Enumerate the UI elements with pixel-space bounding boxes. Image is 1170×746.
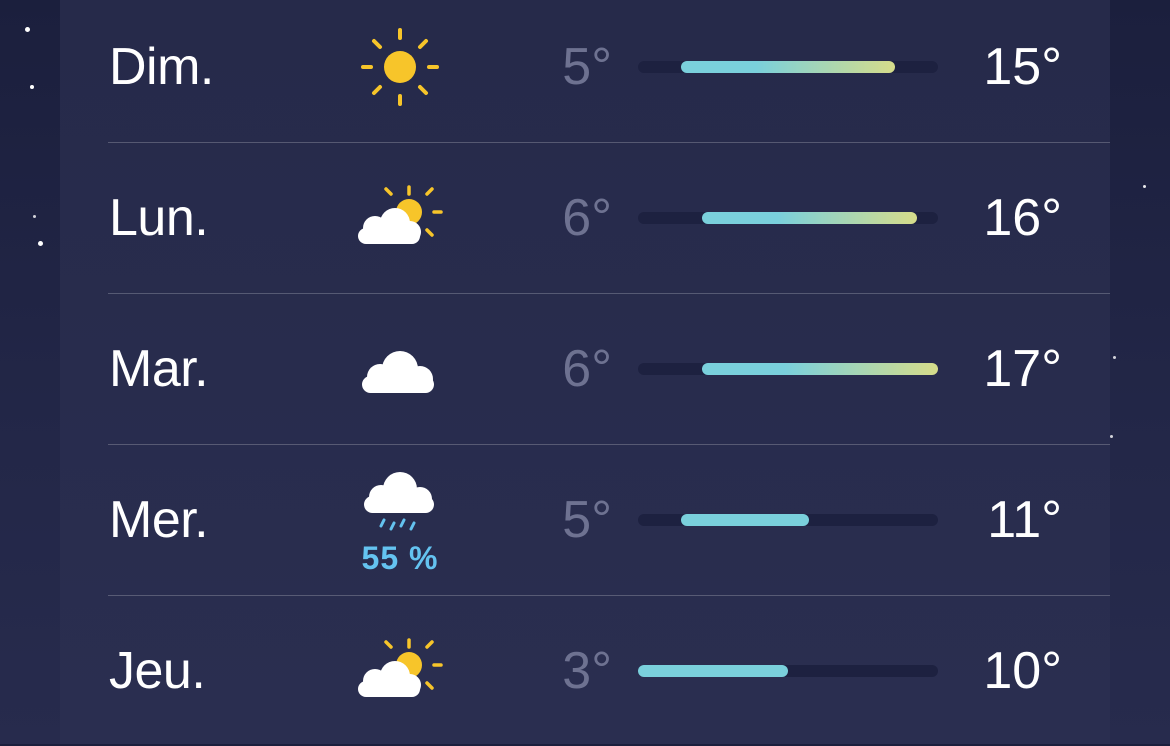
- low-temperature: 5°: [562, 491, 612, 549]
- partly-cloudy-icon: [350, 168, 450, 268]
- daily-forecast-panel: Dim. 5° 15° Lun. 6° 16° Mar. 6° 17° Mer.…: [60, 0, 1110, 744]
- low-temperature: 6°: [562, 340, 612, 398]
- background-star: [38, 241, 43, 246]
- high-temperature: 16°: [983, 189, 1062, 247]
- low-temperature: 3°: [562, 642, 612, 700]
- day-label: Mer.: [109, 491, 209, 549]
- high-temperature: 10°: [983, 642, 1062, 700]
- precipitation-chance: 55 %: [361, 540, 439, 576]
- background-star: [25, 27, 30, 32]
- background-star: [33, 215, 36, 218]
- temperature-range-fill: [681, 61, 895, 73]
- high-temperature: 17°: [983, 340, 1062, 398]
- background-star: [30, 85, 34, 89]
- high-temperature: 11°: [987, 491, 1062, 549]
- rain-cloud-icon: [350, 453, 450, 553]
- temperature-range-bar: [638, 212, 938, 224]
- day-label: Mar.: [109, 340, 209, 398]
- background-star: [1143, 185, 1146, 188]
- temperature-range-fill: [702, 212, 917, 224]
- day-label: Jeu.: [109, 642, 206, 700]
- temperature-range-fill: [681, 514, 809, 526]
- partly-cloudy-icon: [350, 621, 450, 721]
- temperature-range-bar: [638, 665, 938, 677]
- forecast-row[interactable]: Mar. 6° 17°: [60, 294, 1110, 444]
- temperature-range-bar: [638, 61, 938, 73]
- low-temperature: 6°: [562, 189, 612, 247]
- high-temperature: 15°: [983, 38, 1062, 96]
- background-star: [1110, 435, 1113, 438]
- temperature-range-bar: [638, 514, 938, 526]
- temperature-range-fill: [638, 665, 788, 677]
- cloud-icon: [350, 319, 450, 419]
- low-temperature: 5°: [562, 38, 612, 96]
- background-star: [1113, 356, 1116, 359]
- temperature-range-bar: [638, 363, 938, 375]
- day-label: Lun.: [109, 189, 209, 247]
- forecast-row[interactable]: Dim. 5° 15°: [60, 0, 1110, 142]
- forecast-row[interactable]: Mer. 55 % 5° 11°: [60, 445, 1110, 595]
- day-label: Dim.: [109, 38, 214, 96]
- temperature-range-fill: [702, 363, 938, 375]
- sun-icon: [350, 17, 450, 117]
- forecast-row[interactable]: Lun. 6° 16°: [60, 143, 1110, 293]
- forecast-row[interactable]: Jeu. 3° 10°: [60, 596, 1110, 746]
